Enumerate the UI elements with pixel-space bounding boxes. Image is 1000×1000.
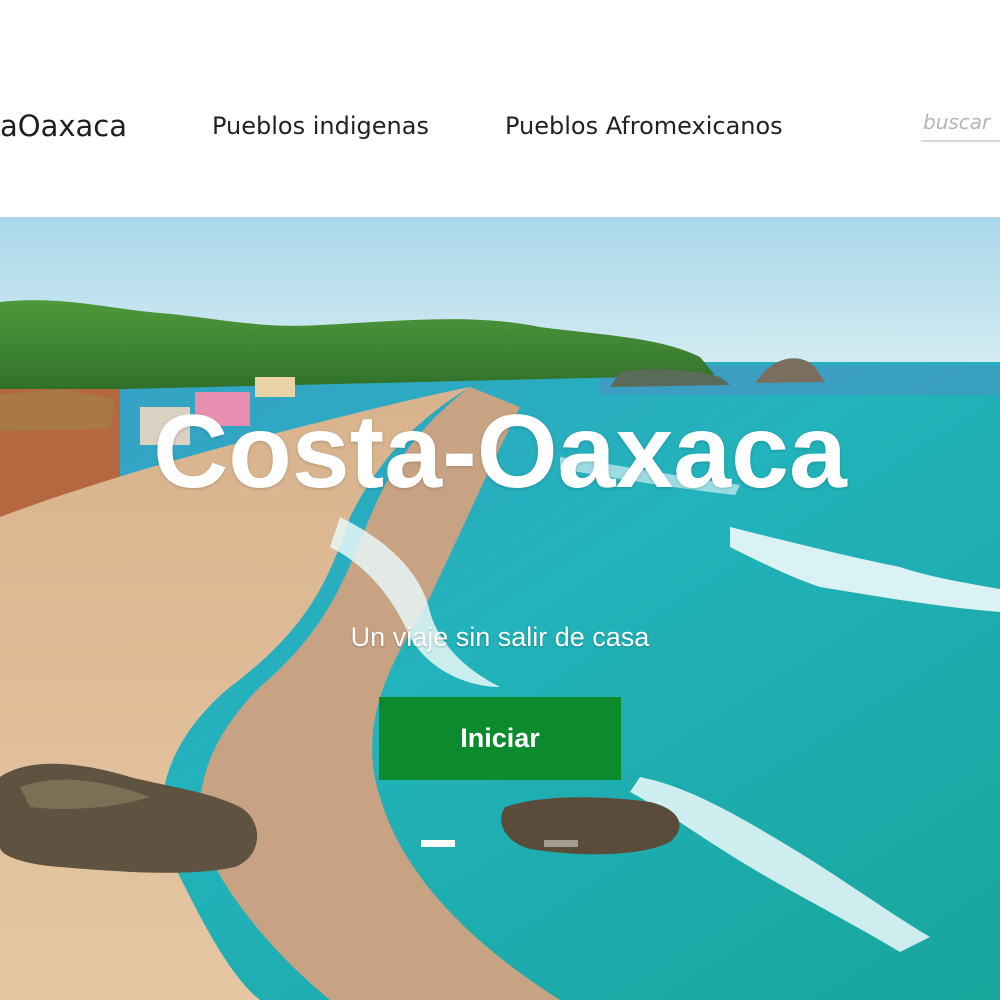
hero-section: Costa-Oaxaca Un viaje sin salir de casa … xyxy=(0,217,1000,1000)
carousel-indicator-2[interactable] xyxy=(544,840,578,847)
site-logo-link[interactable]: aOaxaca xyxy=(0,106,127,146)
site-header: aOaxaca Pueblos indigenas Pueblos Afrome… xyxy=(0,0,1000,217)
nav-link-pueblos-afromexicanos[interactable]: Pueblos Afromexicanos xyxy=(505,108,783,144)
hero-subtitle: Un viaje sin salir de casa xyxy=(350,622,650,652)
carousel-indicator-1[interactable] xyxy=(421,840,455,847)
search-input[interactable] xyxy=(921,104,1000,142)
hero-background-image xyxy=(0,217,1000,1000)
hero-title: Costa-Oaxaca xyxy=(153,394,847,510)
start-button[interactable]: Iniciar xyxy=(379,697,621,780)
nav-link-pueblos-indigenas[interactable]: Pueblos indigenas xyxy=(212,108,429,144)
